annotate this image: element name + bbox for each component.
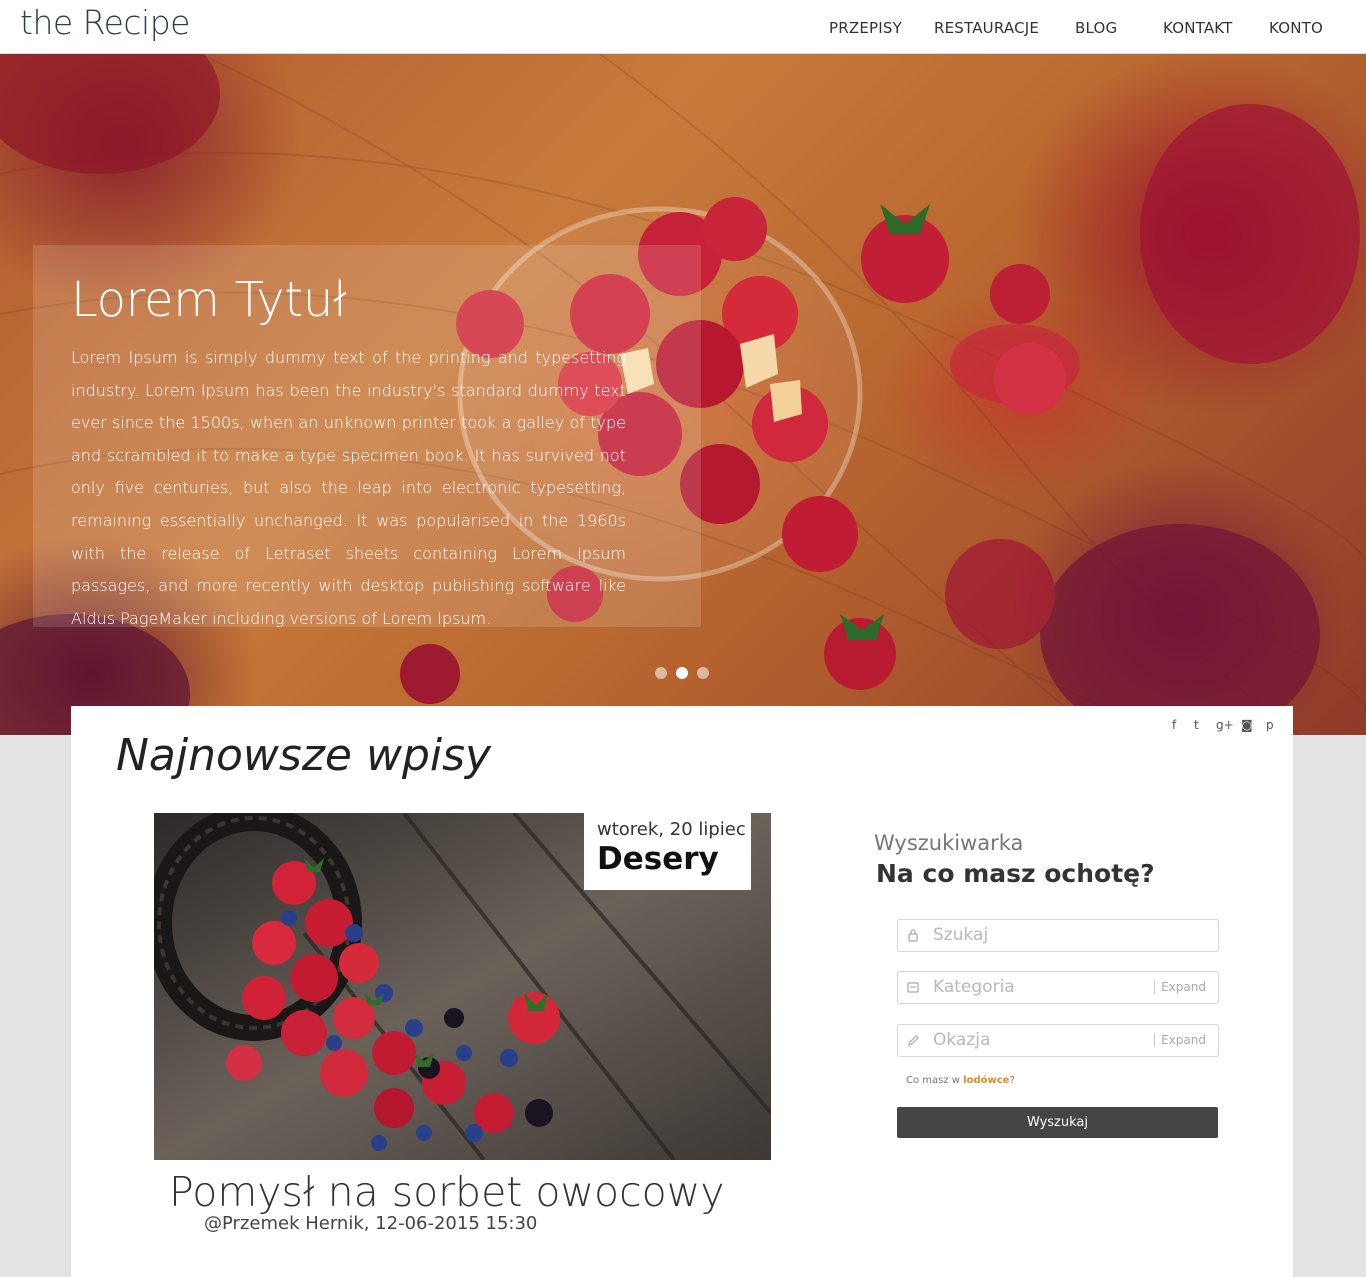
top-navigation-bar: the Recipe PRZEPISY RESTAURACJE BLOG KON…: [0, 0, 1366, 54]
category-icon: [907, 980, 919, 994]
category-expand-button[interactable]: Expand: [1154, 980, 1206, 994]
nav-item-przepisy[interactable]: PRZEPISY: [829, 19, 902, 37]
nav-item-kontakt[interactable]: KONTAKT: [1163, 19, 1233, 37]
post-title[interactable]: Pomysł na sorbet owocowy: [169, 1168, 725, 1216]
post-badge: wtorek, 20 lipiec Desery: [584, 813, 751, 890]
slider-pagination: [655, 667, 709, 679]
category-placeholder: Kategoria: [933, 977, 1015, 997]
google-plus-icon[interactable]: g+: [1216, 718, 1234, 732]
instagram-icon[interactable]: ◙: [1241, 718, 1253, 732]
nav-item-restauracje[interactable]: RESTAURACJE: [934, 19, 1039, 37]
facebook-icon[interactable]: f: [1172, 718, 1176, 732]
site-logo[interactable]: the Recipe: [20, 3, 190, 42]
content-card: f t g+ ◙ p Najnowsze wpisy wtorek, 20 li…: [71, 706, 1293, 1277]
nav-item-konto[interactable]: KONTO: [1269, 19, 1323, 37]
category-select[interactable]: Kategoria Expand: [897, 971, 1219, 1004]
hero-title: Lorem Tytuł: [71, 272, 347, 328]
slider-dot-2[interactable]: [676, 667, 688, 679]
fridge-link[interactable]: lodówce: [963, 1075, 1009, 1086]
nav-item-blog[interactable]: BLOG: [1075, 19, 1117, 37]
slider-dot-1[interactable]: [655, 667, 667, 679]
occasion-expand-button[interactable]: Expand: [1154, 1033, 1206, 1047]
post-author-meta: @Przemek Hernik, 12-06-2015 15:30: [204, 1213, 538, 1234]
hero-slider: Lorem Tytuł Lorem Ipsum is simply dummy …: [0, 54, 1366, 735]
occasion-placeholder: Okazja: [933, 1030, 991, 1050]
post-category[interactable]: Desery: [597, 841, 751, 877]
hero-description: Lorem Ipsum is simply dummy text of the …: [71, 348, 626, 628]
pinterest-icon[interactable]: p: [1266, 718, 1274, 732]
fridge-hint: Co masz w lodówce?: [906, 1075, 1015, 1086]
search-subtitle: Wyszukiwarka: [874, 831, 1024, 855]
search-input[interactable]: Szukaj: [897, 919, 1219, 952]
search-placeholder: Szukaj: [933, 925, 989, 945]
fridge-hint-prefix: Co masz w: [906, 1075, 964, 1086]
lock-icon: [907, 928, 919, 942]
slider-dot-3[interactable]: [697, 667, 709, 679]
section-title: Najnowsze wpisy: [116, 730, 492, 781]
twitter-icon[interactable]: t: [1194, 718, 1199, 732]
search-question: Na co masz ochotę?: [876, 859, 1155, 888]
occasion-select[interactable]: Okazja Expand: [897, 1024, 1219, 1057]
hero-caption-panel: Lorem Tytuł Lorem Ipsum is simply dummy …: [33, 245, 701, 628]
fridge-hint-suffix: ?: [1009, 1075, 1015, 1086]
post-date: wtorek, 20 lipiec: [597, 819, 746, 840]
pen-icon: [907, 1033, 919, 1047]
search-button[interactable]: Wyszukaj: [897, 1107, 1218, 1138]
